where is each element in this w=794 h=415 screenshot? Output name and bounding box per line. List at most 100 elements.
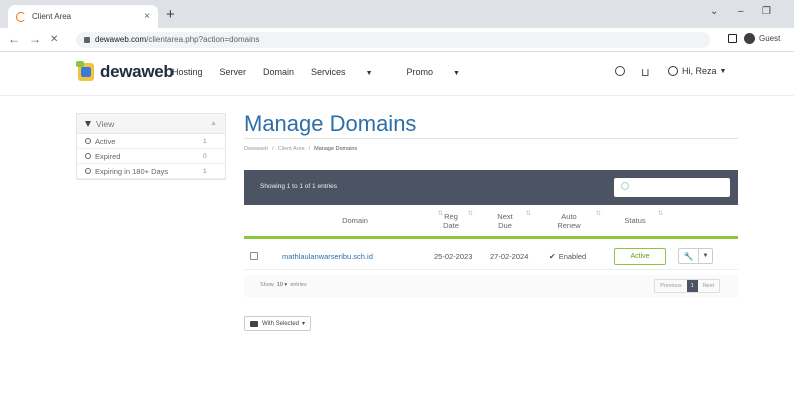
- auto-renew-cell: ✔ Enabled: [549, 242, 586, 270]
- filter-item-label: Active: [95, 136, 116, 146]
- reg-date-cell: 25-02-2023: [434, 251, 473, 261]
- filter-item-count: 1: [203, 137, 207, 145]
- table-footer: Show 10 ▾ entries Previous 1 Next: [244, 275, 738, 297]
- user-greeting: Hi, Reza: [682, 66, 717, 76]
- filter-item-label: Expired: [95, 151, 121, 161]
- nav-promo[interactable]: Promo ▼: [407, 67, 477, 77]
- chevron-down-icon: ▼: [365, 70, 373, 77]
- breadcrumb-separator: /: [308, 146, 311, 152]
- with-selected-label: With Selected: [262, 320, 300, 327]
- site-favicon-icon: [16, 11, 26, 22]
- table-toolbar: Showing 1 to 1 of 1 entries: [244, 170, 738, 205]
- column-domain[interactable]: Domain ⇅: [264, 205, 446, 236]
- column-next-due[interactable]: Next Due ⇅: [476, 205, 534, 236]
- column-label: Auto Renew: [557, 211, 581, 230]
- view-filter-panel: View ▲ Active 1 Expired 0 Expiring in 18…: [76, 113, 226, 180]
- logo-wordmark: dewaweb: [100, 62, 174, 81]
- nav-domain[interactable]: Domain: [263, 67, 294, 77]
- sort-icon: ⇅: [525, 211, 531, 217]
- table-header: Domain ⇅ Reg Date ⇅ Next Due ⇅ Auto Rene…: [244, 205, 738, 239]
- page-length-select[interactable]: 10 ▾: [277, 282, 287, 288]
- column-reg-date[interactable]: Reg Date ⇅: [426, 205, 476, 236]
- page-length-value: 10: [276, 282, 283, 288]
- tab-title: Client Area: [32, 12, 72, 21]
- table-search-input[interactable]: [614, 178, 730, 197]
- user-menu[interactable]: Hi, Reza ▼: [668, 66, 726, 76]
- column-label: Next Due: [497, 211, 513, 230]
- pagination-next[interactable]: Next: [698, 280, 719, 292]
- radio-icon: [85, 153, 91, 159]
- table-row: mathlaulanwarseribu.sch.id 25-02-2023 27…: [244, 242, 738, 270]
- filter-item-count: 0: [203, 152, 207, 160]
- radio-icon: [85, 168, 91, 174]
- filter-item-label: Expiring in 180+ Days: [95, 166, 169, 176]
- sort-icon: ⇅: [467, 211, 473, 217]
- restore-button[interactable]: ❐: [762, 6, 771, 17]
- filter-item-active[interactable]: Active 1: [77, 134, 225, 149]
- profile-button[interactable]: Guest: [744, 33, 780, 44]
- reload-button[interactable]: ✕: [50, 34, 58, 45]
- breadcrumb-current: Manage Domains: [314, 146, 358, 152]
- domain-link[interactable]: mathlaulanwarseribu.sch.id: [282, 252, 373, 261]
- main-nav: Hosting Server Domain Services ▼ Promo ▼: [172, 67, 494, 77]
- status-cell: Active: [614, 242, 666, 270]
- chevron-down-icon: ▼: [719, 67, 727, 75]
- breadcrumb: Dewaweb / Client Area / Manage Domains: [244, 146, 357, 152]
- column-label: Domain: [342, 216, 368, 225]
- chevron-down-icon: ▾: [302, 321, 306, 327]
- sort-icon: ⇅: [595, 211, 601, 217]
- nav-services[interactable]: Services ▼: [311, 67, 389, 77]
- filter-item-count: 1: [203, 167, 207, 175]
- column-label: Reg Date: [443, 211, 459, 230]
- wrench-icon[interactable]: 🔧: [679, 249, 699, 263]
- profile-avatar-icon: [744, 33, 755, 44]
- with-selected-button[interactable]: With Selected ▾: [244, 316, 312, 331]
- chevron-up-icon[interactable]: ▲: [210, 120, 217, 127]
- pagination: Previous 1 Next: [654, 279, 720, 293]
- site-header: dewaweb Hosting Server Domain Services ▼ …: [0, 52, 794, 96]
- filter-item-expired[interactable]: Expired 0: [77, 149, 225, 164]
- tab-grid-icon[interactable]: [728, 34, 737, 43]
- actions-cell: 🔧 ▼: [678, 242, 713, 270]
- pagination-page[interactable]: 1: [686, 280, 698, 292]
- view-filter-title: View: [96, 118, 115, 129]
- auto-renew-value: Enabled: [558, 251, 587, 261]
- forward-button[interactable]: →: [29, 32, 41, 46]
- cart-icon[interactable]: ⊔: [641, 66, 650, 79]
- chevron-down-icon[interactable]: ▼: [699, 249, 712, 263]
- status-badge[interactable]: Active: [614, 247, 666, 265]
- nav-hosting[interactable]: Hosting: [172, 67, 203, 77]
- column-auto-renew[interactable]: Auto Renew ⇅: [534, 205, 604, 236]
- back-button[interactable]: ←: [8, 32, 20, 46]
- row-checkbox[interactable]: [250, 252, 258, 260]
- show-label: Show: [260, 282, 274, 288]
- tab-search-icon[interactable]: ⌄: [710, 6, 718, 17]
- domain-cell: mathlaulanwarseribu.sch.id: [282, 242, 373, 270]
- minimize-button[interactable]: –: [738, 6, 744, 17]
- breadcrumb-client-area[interactable]: Client Area: [278, 146, 305, 152]
- user-icon: [668, 66, 678, 76]
- folder-icon: [250, 320, 258, 327]
- profile-label: Guest: [759, 34, 781, 43]
- logo-mark-icon: [76, 61, 96, 83]
- breadcrumb-home[interactable]: Dewaweb: [244, 146, 268, 152]
- pagination-previous[interactable]: Previous: [655, 280, 686, 292]
- nav-services-label: Services: [311, 67, 346, 77]
- check-icon: ✔: [549, 251, 556, 261]
- row-select-cell: [250, 242, 258, 270]
- title-divider: [244, 138, 738, 139]
- search-icon[interactable]: [615, 66, 625, 76]
- column-status[interactable]: Status ⇅: [604, 205, 666, 236]
- chevron-down-icon: ▼: [453, 70, 460, 77]
- page-title: Manage Domains: [244, 111, 417, 136]
- tab-close-icon[interactable]: ×: [144, 11, 150, 22]
- filter-item-expiring[interactable]: Expiring in 180+ Days 1: [77, 164, 225, 179]
- url-field[interactable]: dewaweb.com/clientarea.php?action=domain…: [76, 32, 710, 48]
- radio-icon: [85, 138, 91, 144]
- new-tab-button[interactable]: +: [166, 6, 175, 23]
- view-filter-header[interactable]: View ▲: [77, 114, 225, 134]
- dewaweb-logo[interactable]: dewaweb: [76, 61, 174, 83]
- browser-tab[interactable]: Client Area ×: [8, 5, 158, 28]
- address-bar-row: ← → ✕ dewaweb.com/clientarea.php?action=…: [0, 28, 794, 52]
- nav-server[interactable]: Server: [220, 67, 247, 77]
